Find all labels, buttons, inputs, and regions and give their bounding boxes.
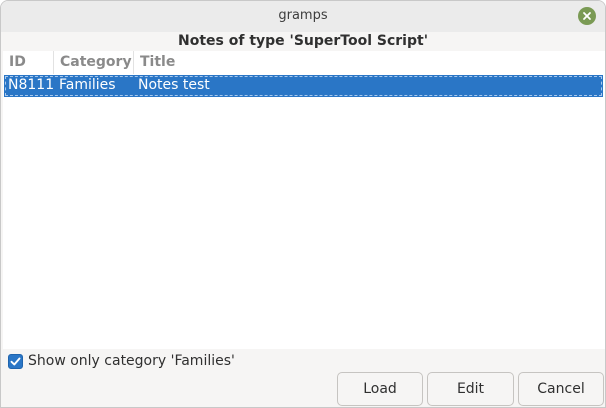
- cell-id: N8111: [8, 77, 55, 93]
- list-header: ID Category Title: [3, 51, 605, 74]
- cancel-button[interactable]: Cancel: [518, 372, 604, 406]
- cell-title: Notes test: [138, 77, 210, 93]
- check-icon: [10, 357, 21, 365]
- notes-list[interactable]: ID Category Title N8111 Families Notes t…: [3, 51, 605, 349]
- dialog-heading: Notes of type 'SuperTool Script': [178, 33, 428, 49]
- table-row[interactable]: N8111 Families Notes test: [4, 75, 603, 97]
- cell-category: Families: [59, 77, 116, 93]
- column-header-category[interactable]: Category: [54, 51, 134, 74]
- edit-button[interactable]: Edit: [427, 372, 514, 406]
- category-filter-toggle[interactable]: Show only category 'Families': [8, 352, 235, 370]
- window-title: gramps: [278, 8, 328, 23]
- close-icon: [583, 12, 591, 20]
- column-header-title[interactable]: Title: [134, 51, 334, 74]
- load-button[interactable]: Load: [337, 372, 423, 406]
- column-header-id[interactable]: ID: [3, 51, 54, 74]
- dialog-window: gramps Notes of type 'SuperTool Script' …: [0, 0, 606, 408]
- category-filter-label: Show only category 'Families': [28, 353, 235, 369]
- title-bar: gramps: [1, 1, 605, 32]
- category-filter-checkbox[interactable]: [8, 353, 23, 369]
- close-button[interactable]: [578, 7, 596, 25]
